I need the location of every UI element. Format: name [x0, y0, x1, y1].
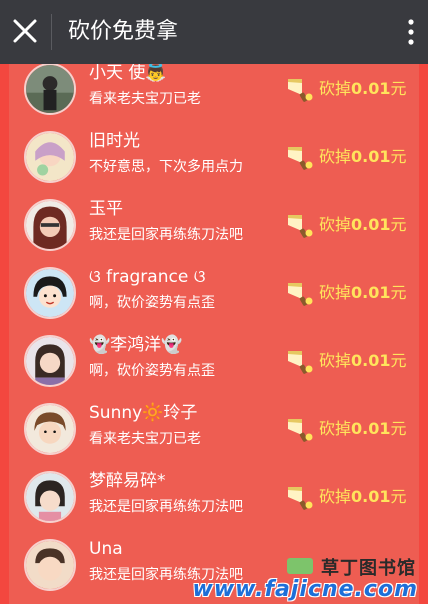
list-item: 玉平 我还是回家再练练刀法吧 砍掉0.01元: [9, 192, 419, 260]
cut-unit: 元: [390, 215, 407, 234]
avatar: [24, 267, 76, 319]
avatar: [24, 335, 76, 387]
cut-prefix: 砍掉: [319, 351, 352, 370]
user-name: 小天 使👼: [89, 64, 167, 83]
user-name: Una: [89, 539, 123, 559]
cut-amount: 砍掉0.01元: [285, 144, 409, 172]
page-title: 砍价免费拿: [68, 19, 179, 44]
cut-prefix: 砍掉: [319, 283, 352, 302]
cut-value: 0.01: [351, 283, 391, 302]
user-message: 看来老夫宝刀已老: [89, 431, 201, 447]
cut-amount: 砍掉0.01元: [285, 484, 409, 512]
user-message: 我还是回家再练练刀法吧: [89, 227, 243, 243]
cut-prefix: 砍掉: [319, 487, 352, 506]
cut-prefix: 砍掉: [319, 147, 352, 166]
list-item: ଓ fragrance ଓ 啊，砍价姿势有点歪 砍掉0.01元: [9, 260, 419, 328]
knife-icon: [288, 215, 313, 238]
knife-icon: [288, 283, 313, 306]
list-item: Sunny🔆玲子 看来老夫宝刀已老 砍掉0.01元: [9, 396, 419, 464]
top-bar: 砍价免费拿: [0, 0, 428, 64]
cut-unit: 元: [390, 79, 407, 98]
cut-value: 0.01: [351, 351, 391, 370]
user-name: 旧时光: [89, 131, 140, 151]
cut-unit: 元: [390, 351, 407, 370]
avatar: [24, 471, 76, 523]
cut-value: 0.01: [351, 79, 391, 98]
cut-unit: 元: [390, 283, 407, 302]
watermark-url: www.fajicne.com: [192, 577, 418, 602]
avatar: [24, 403, 76, 455]
cut-prefix: 砍掉: [319, 419, 352, 438]
user-name: Sunny🔆玲子: [89, 403, 198, 423]
knife-icon: [288, 147, 313, 170]
user-message: 啊，砍价姿势有点歪: [89, 363, 215, 379]
cut-amount: 砍掉0.01元: [285, 416, 409, 444]
cut-value: 0.01: [351, 147, 391, 166]
cut-amount: 砍掉0.01元: [285, 280, 409, 308]
user-name: ଓ fragrance ଓ: [89, 267, 206, 287]
avatar: [24, 131, 76, 183]
knife-icon: [288, 79, 313, 102]
cut-amount: 砍掉0.01元: [285, 348, 409, 376]
user-message: 啊，砍价姿势有点歪: [89, 295, 215, 311]
cut-amount: 砍掉0.01元: [285, 212, 409, 240]
close-button[interactable]: [8, 14, 42, 48]
cut-value: 0.01: [351, 487, 391, 506]
bargain-list[interactable]: 小天 使👼 看来老夫宝刀已老 砍掉0.01元 旧时光 不好意思，下次多用点力 砍…: [0, 64, 428, 604]
cut-value: 0.01: [351, 419, 391, 438]
close-icon: [13, 19, 37, 43]
user-message: 不好意思，下次多用点力: [89, 159, 243, 175]
user-name: 玉平: [89, 199, 123, 219]
cut-unit: 元: [390, 419, 407, 438]
knife-icon: [288, 487, 313, 510]
cut-prefix: 砍掉: [319, 215, 352, 234]
watermark: 草丁图书馆 www.fajicne.com: [193, 556, 424, 602]
more-button[interactable]: [404, 14, 418, 50]
user-message: 看来老夫宝刀已老: [89, 91, 201, 107]
knife-icon: [288, 351, 313, 374]
list-item: 👻李鸿洋👻 啊，砍价姿势有点歪 砍掉0.01元: [9, 328, 419, 396]
list-item: 小天 使👼 看来老夫宝刀已老 砍掉0.01元: [9, 64, 419, 124]
cut-prefix: 砍掉: [319, 79, 352, 98]
avatar: [24, 64, 76, 115]
user-name: 梦醉易碎*: [89, 471, 166, 491]
list-item: 旧时光 不好意思，下次多用点力 砍掉0.01元: [9, 124, 419, 192]
knife-icon: [288, 419, 313, 442]
user-message: 我还是回家再练练刀法吧: [89, 499, 243, 515]
cut-amount: 砍掉0.01元: [285, 76, 409, 104]
cut-unit: 元: [390, 147, 407, 166]
user-name: 👻李鸿洋👻: [89, 335, 183, 355]
more-icon: [408, 19, 414, 45]
avatar: [24, 199, 76, 251]
cut-unit: 元: [390, 487, 407, 506]
avatar: [24, 539, 76, 591]
topbar-divider: [51, 14, 52, 50]
cut-value: 0.01: [351, 215, 391, 234]
list-item: 梦醉易碎* 我还是回家再练练刀法吧 砍掉0.01元: [9, 464, 419, 532]
